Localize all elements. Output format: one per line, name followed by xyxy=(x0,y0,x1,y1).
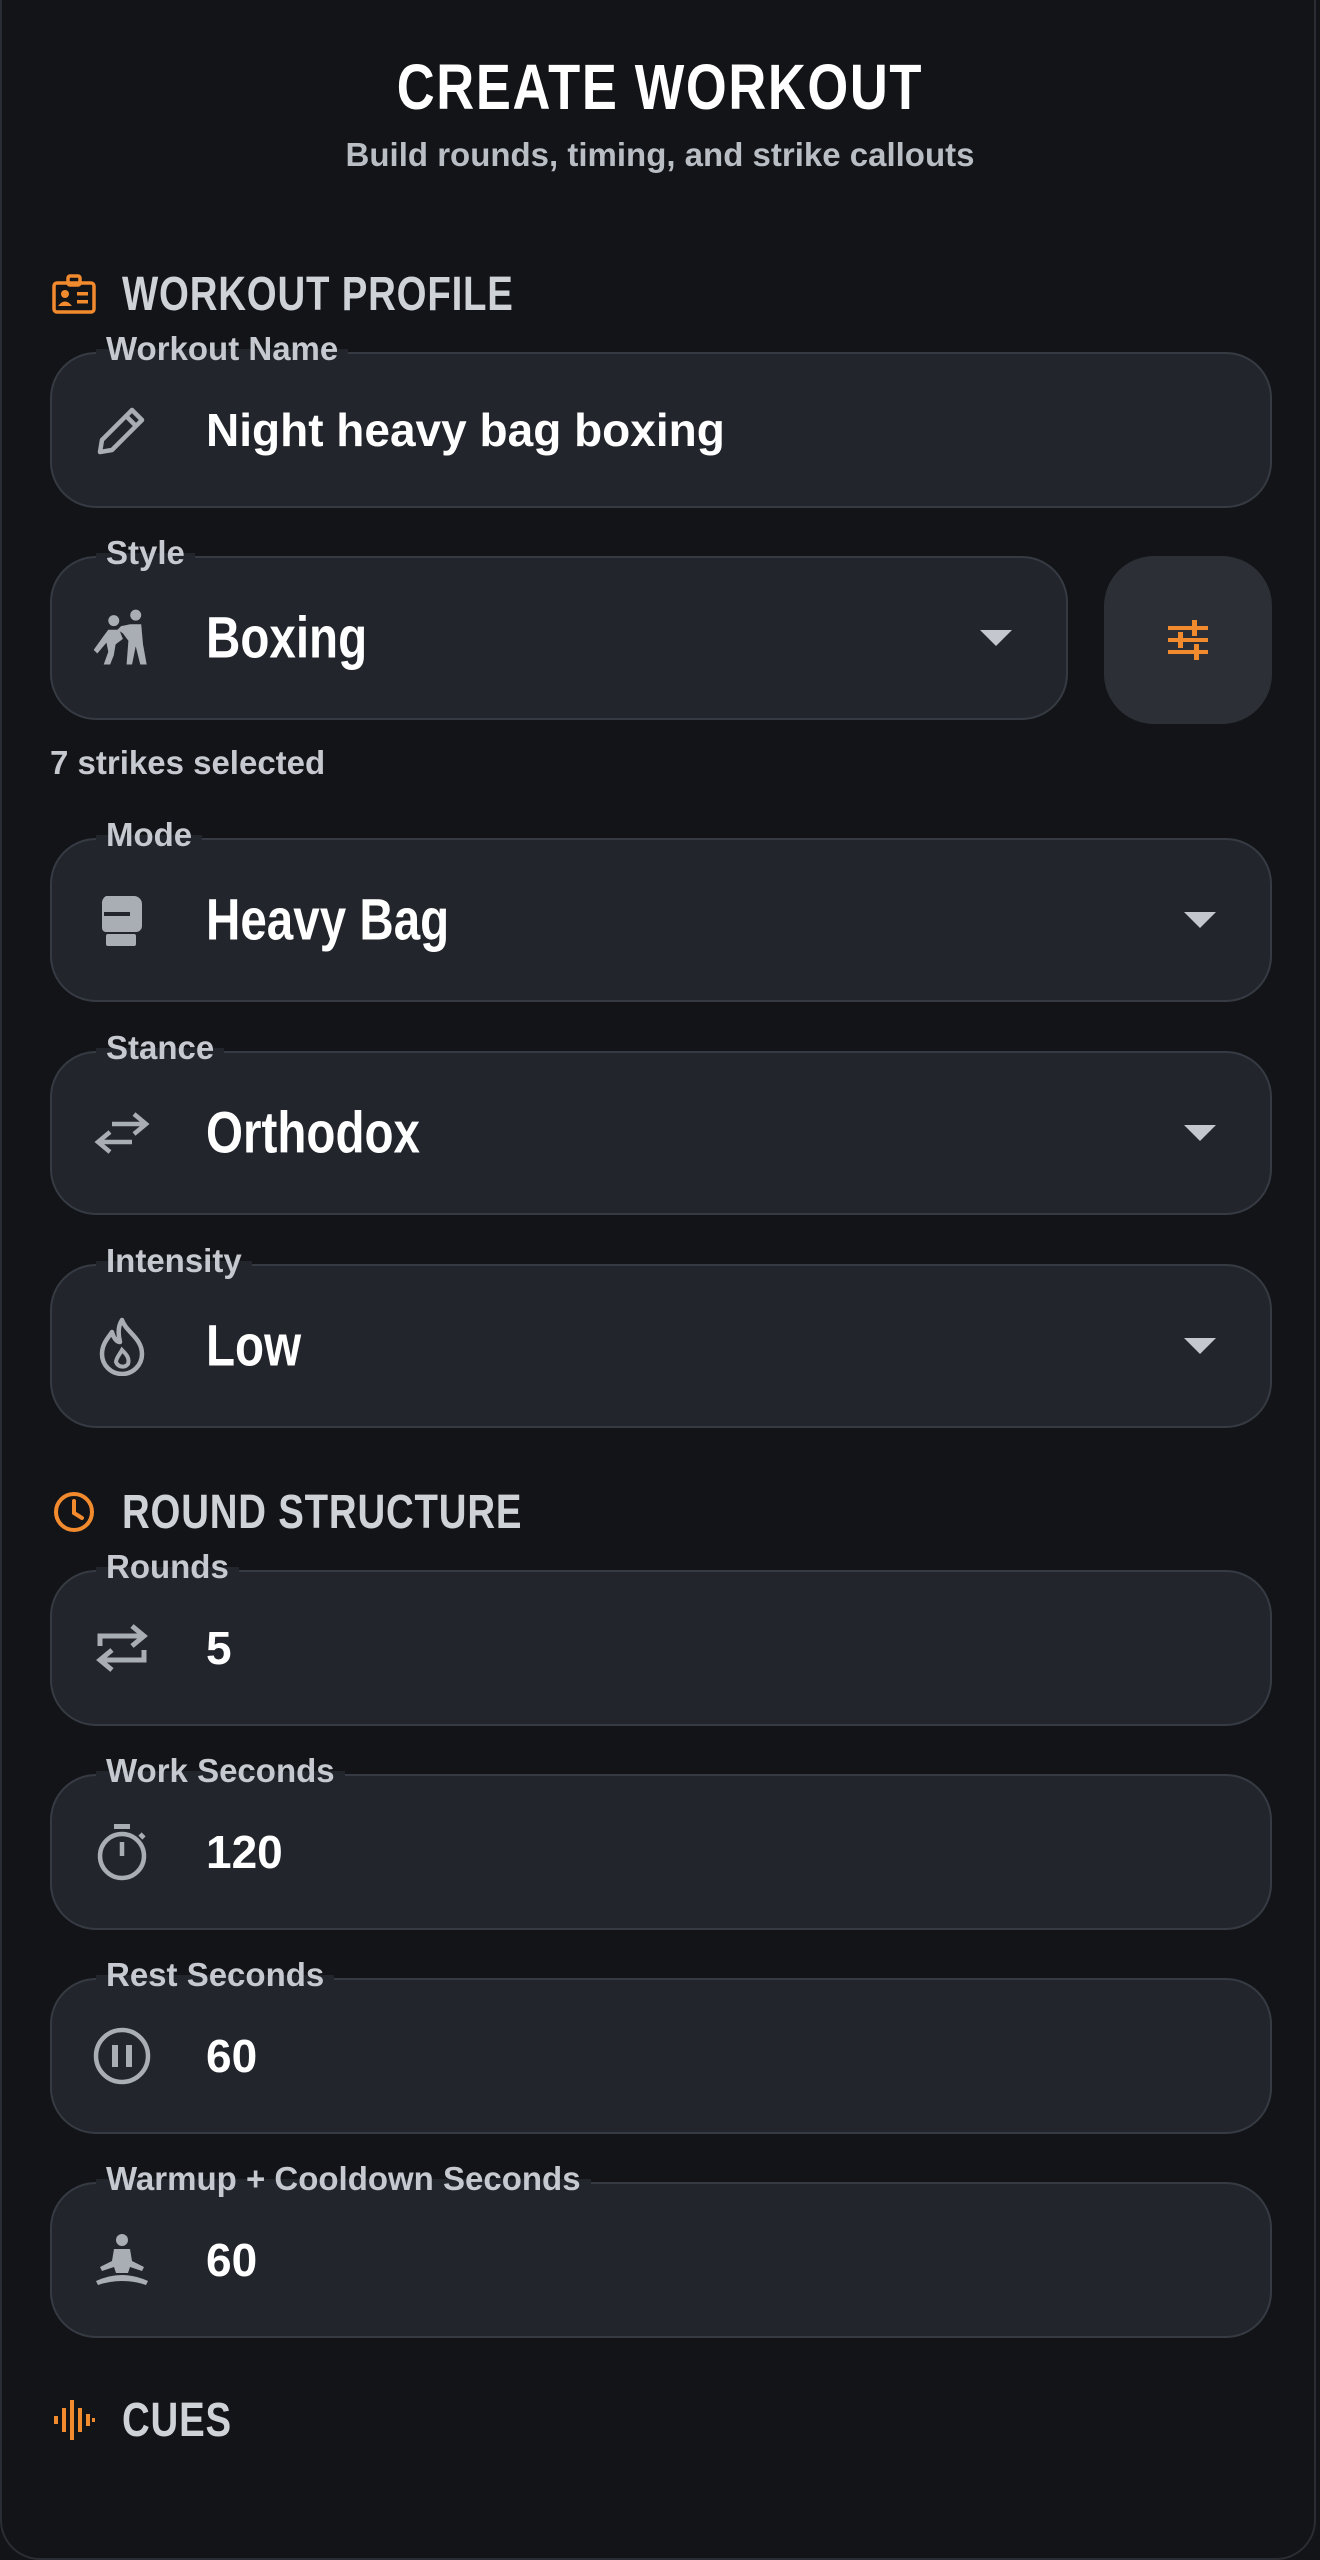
rounds-field[interactable]: Rounds 5 xyxy=(50,1548,1272,1726)
page-title: CREATE WORKOUT xyxy=(396,51,924,123)
field-label: Intensity xyxy=(96,1242,252,1280)
field-label: Warmup + Cooldown Seconds xyxy=(96,2160,591,2198)
meditation-icon xyxy=(90,2228,154,2292)
field-label: Stance xyxy=(96,1029,225,1067)
swap-arrows-icon xyxy=(90,1101,154,1165)
id-badge-icon xyxy=(50,270,98,318)
clock-icon xyxy=(50,1488,98,1536)
stopwatch-icon xyxy=(90,1820,154,1884)
chevron-down-icon xyxy=(1184,1125,1216,1141)
create-workout-screen: CREATE WORKOUT Build rounds, timing, and… xyxy=(0,0,1320,2560)
section-workout-profile: WORKOUT PROFILE xyxy=(50,264,612,324)
strike-filter-button[interactable] xyxy=(1104,556,1272,724)
section-label: ROUND STRUCTURE xyxy=(122,1485,523,1539)
intensity-select[interactable]: Intensity Low xyxy=(50,1242,1272,1428)
pause-circle-icon xyxy=(90,2024,154,2088)
chevron-down-icon xyxy=(1184,912,1216,928)
section-label: CUES xyxy=(122,2393,232,2447)
chevron-down-icon xyxy=(980,630,1012,646)
workout-name-input[interactable]: Night heavy bag boxing xyxy=(206,403,725,457)
mode-select[interactable]: Mode Heavy Bag xyxy=(50,816,1272,1002)
field-label: Mode xyxy=(96,816,203,854)
section-cues: CUES xyxy=(50,2390,259,2450)
field-label: Rest Seconds xyxy=(96,1956,335,1994)
warmup-cooldown-field[interactable]: Warmup + Cooldown Seconds 60 xyxy=(50,2160,1272,2338)
audio-wave-icon xyxy=(50,2396,98,2444)
work-seconds-field[interactable]: Work Seconds 120 xyxy=(50,1752,1272,1930)
chevron-down-icon xyxy=(1184,1338,1216,1354)
flame-icon xyxy=(90,1314,154,1378)
style-value: Boxing xyxy=(206,605,368,671)
strikes-selected-text: 7 strikes selected xyxy=(50,744,326,781)
style-select[interactable]: Style Boxing xyxy=(50,534,1068,720)
stance-select[interactable]: Stance Orthodox xyxy=(50,1029,1272,1215)
field-label: Work Seconds xyxy=(96,1752,345,1790)
rest-seconds-input[interactable]: 60 xyxy=(206,2029,257,2083)
section-round-structure: ROUND STRUCTURE xyxy=(50,1482,622,1542)
sparring-icon xyxy=(90,606,154,670)
section-label: WORKOUT PROFILE xyxy=(122,267,514,321)
stance-value: Orthodox xyxy=(206,1100,421,1166)
page-subtitle: Build rounds, timing, and strike callout… xyxy=(345,136,975,173)
workout-name-field[interactable]: Workout Name Night heavy bag boxing xyxy=(50,330,1272,508)
rounds-input[interactable]: 5 xyxy=(206,1621,232,1675)
repeat-icon xyxy=(90,1616,154,1680)
field-label: Style xyxy=(96,534,195,572)
work-seconds-input[interactable]: 120 xyxy=(206,1825,283,1879)
rest-seconds-field[interactable]: Rest Seconds 60 xyxy=(50,1956,1272,2134)
field-label: Rounds xyxy=(96,1548,239,1586)
mode-value: Heavy Bag xyxy=(206,887,450,953)
pencil-icon xyxy=(90,398,154,462)
boxing-glove-icon xyxy=(90,888,154,952)
field-label: Workout Name xyxy=(96,330,349,368)
intensity-value: Low xyxy=(206,1313,302,1379)
warmup-cooldown-input[interactable]: 60 xyxy=(206,2233,257,2287)
tune-sliders-icon xyxy=(1166,618,1210,662)
